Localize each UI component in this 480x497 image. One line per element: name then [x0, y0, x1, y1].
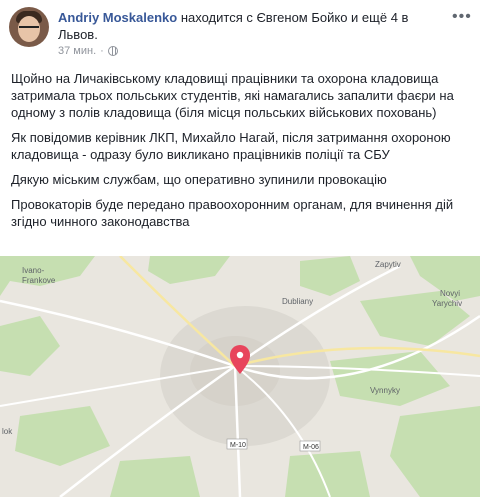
post-time[interactable]: 37 мин.: [58, 45, 96, 57]
post-header: Andriy Moskalenko находится с Євгеном Бо…: [58, 9, 438, 43]
post-paragraph: Провокаторів буде передано правоохоронни…: [11, 197, 454, 229]
map-label: Novyi: [440, 289, 460, 298]
map-label: lok: [2, 427, 13, 436]
post-paragraph: Як повідомив керівник ЛКП, Михайло Нагай…: [11, 130, 451, 162]
post-paragraph: Щойно на Личаківському кладовищі працівн…: [11, 71, 454, 120]
post-paragraph: Дякую міським службам, що оперативно зуп…: [11, 172, 387, 187]
location-map[interactable]: Ivano- Frankove Dubliany Zapytiv Novyi Y…: [0, 256, 480, 497]
map-label: Vynnyky: [370, 386, 400, 395]
post-body: Щойно на Личаківському кладовищі працівн…: [11, 70, 473, 238]
with-text: находится с Євгеном Бойко и ещё 4 в: [180, 10, 409, 25]
facebook-post: Andriy Moskalenko находится с Євгеном Бо…: [0, 0, 480, 497]
map-label: Dubliany: [282, 297, 313, 306]
map-label: Yarychiv: [432, 299, 462, 308]
avatar[interactable]: [9, 7, 49, 47]
map-label: Zapytiv: [375, 260, 401, 269]
road-badge-label: M-06: [303, 444, 319, 451]
ellipsis-icon[interactable]: •••: [452, 8, 472, 26]
road-badge-label: M-10: [230, 442, 246, 449]
forest-area: [110, 456, 200, 497]
map-canvas: Ivano- Frankove Dubliany Zapytiv Novyi Y…: [0, 256, 480, 497]
map-label: Frankove: [22, 276, 56, 285]
globe-icon: [107, 46, 118, 56]
author-name[interactable]: Andriy Moskalenko: [58, 10, 177, 25]
map-label: Ivano-: [22, 266, 45, 275]
location-link[interactable]: Львов.: [58, 27, 98, 42]
post-meta: 37 мин. ·: [58, 45, 118, 57]
